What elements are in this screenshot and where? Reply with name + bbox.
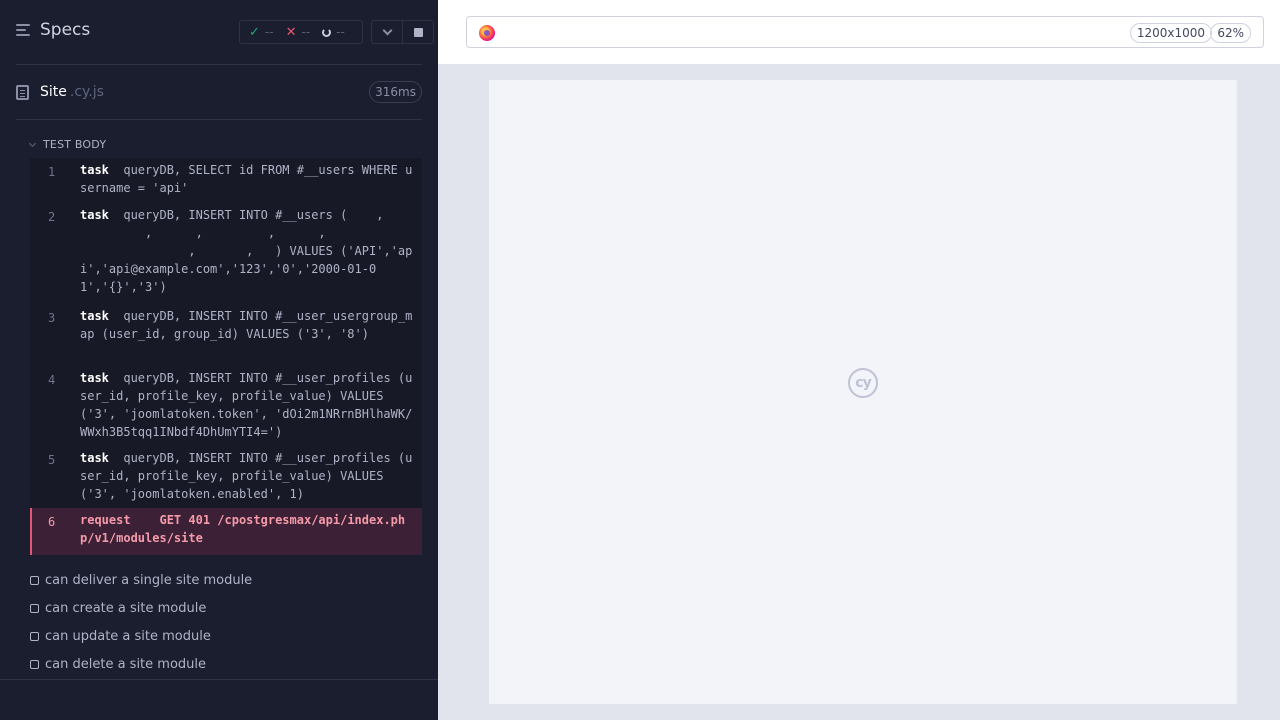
spinner-icon	[322, 27, 332, 37]
url-bar[interactable]: 1200x1000 62%	[466, 16, 1264, 48]
failed-count: --	[301, 25, 311, 39]
panel-gap	[438, 0, 450, 64]
test-item[interactable]: can create a site module	[30, 601, 206, 616]
command-name: task	[80, 208, 109, 222]
firefox-icon	[479, 25, 495, 41]
auto-scroll-button[interactable]	[372, 21, 402, 43]
footer-divider	[0, 679, 438, 680]
pending-stat: --	[322, 25, 345, 39]
command-number: 3	[48, 311, 56, 325]
divider	[16, 64, 422, 65]
command-message: queryDB, INSERT INTO #__user_profiles (u…	[80, 371, 413, 439]
command-number: 4	[48, 373, 56, 387]
preview-header: 1200x1000 62%	[450, 0, 1280, 64]
command-row[interactable]: 4 task queryDB, INSERT INTO #__user_prof…	[30, 366, 422, 442]
command-name: task	[80, 371, 109, 385]
failed-stat: ✕ --	[286, 25, 311, 40]
command-name: task	[80, 309, 109, 323]
test-item[interactable]: can update a site module	[30, 629, 211, 644]
command-row[interactable]: 3 task queryDB, INSERT INTO #__user_user…	[30, 304, 422, 362]
spec-duration: 316ms	[369, 81, 422, 103]
test-title: can delete a site module	[45, 657, 207, 672]
command-number: 1	[48, 165, 56, 179]
command-row[interactable]: 2 task queryDB, INSERT INTO #__users ( ,…	[30, 203, 422, 301]
command-body: task queryDB, INSERT INTO #__user_usergr…	[80, 307, 416, 343]
command-name: task	[80, 163, 109, 177]
specs-title: Specs	[40, 20, 91, 40]
passed-stat: ✓ --	[249, 25, 274, 40]
spec-file-row[interactable]: Site .cy.js 316ms	[16, 80, 422, 104]
command-message: queryDB, INSERT INTO #__user_profiles (u…	[80, 451, 413, 501]
divider	[16, 119, 422, 120]
reporter-panel: Specs ✓ -- ✕ -- -- Site .cy.js 316ms TES…	[0, 0, 438, 720]
passed-count: --	[264, 25, 274, 39]
document-icon	[16, 84, 29, 100]
command-message: queryDB, INSERT INTO #__users ( , , , , …	[80, 208, 413, 294]
resize-handle[interactable]	[438, 64, 450, 720]
chevron-down-icon	[382, 25, 393, 35]
command-message: queryDB, SELECT id FROM #__users WHERE u…	[80, 163, 413, 195]
command-body: task queryDB, INSERT INTO #__users ( , ,…	[80, 206, 416, 296]
command-log: 1 task queryDB, SELECT id FROM #__users …	[30, 158, 422, 555]
command-message: queryDB, INSERT INTO #__user_usergroup_m…	[80, 309, 413, 341]
checkbox-icon	[30, 632, 39, 641]
stop-icon	[413, 27, 423, 37]
test-item[interactable]: can delete a site module	[30, 657, 206, 672]
chevron-down-icon	[28, 139, 37, 147]
cypress-logo-icon: cy	[848, 368, 878, 398]
cross-icon: ✕	[285, 24, 297, 40]
checkbox-icon	[30, 660, 39, 669]
command-number: 5	[48, 453, 56, 467]
command-row[interactable]: 5 task queryDB, INSERT INTO #__user_prof…	[30, 446, 422, 504]
command-name: task	[80, 451, 109, 465]
reporter-header: Specs ✓ -- ✕ -- --	[0, 0, 438, 64]
pending-count: --	[336, 25, 345, 39]
command-body: request GET 401 /cpostgresmax/api/index.…	[80, 511, 416, 547]
test-title: can create a site module	[45, 601, 207, 616]
test-body-section[interactable]: TEST BODY	[28, 138, 107, 151]
failed-command-row[interactable]: 6 request GET 401 /cpostgresmax/api/inde…	[30, 508, 422, 555]
checkbox-icon	[30, 576, 39, 585]
command-body: task queryDB, INSERT INTO #__user_profil…	[80, 369, 416, 441]
command-body: task queryDB, SELECT id FROM #__users WH…	[80, 161, 416, 197]
run-controls	[371, 20, 434, 44]
check-icon: ✓	[249, 24, 260, 40]
test-title: can update a site module	[45, 629, 211, 644]
test-item[interactable]: can deliver a single site module	[30, 573, 252, 588]
stop-button[interactable]	[402, 21, 433, 43]
section-title: TEST BODY	[43, 138, 107, 151]
command-body: task queryDB, INSERT INTO #__user_profil…	[80, 449, 416, 503]
aut-viewport[interactable]: cy	[489, 80, 1237, 704]
checkbox-icon	[30, 604, 39, 613]
command-number: 2	[48, 210, 56, 224]
specs-toggle[interactable]: Specs	[16, 20, 90, 40]
command-row[interactable]: 1 task queryDB, SELECT id FROM #__users …	[30, 158, 422, 198]
viewport-size-badge[interactable]: 1200x1000	[1129, 23, 1212, 43]
command-number: 6	[48, 515, 56, 529]
app-preview: 1200x1000 62% cy	[450, 0, 1280, 720]
menu-icon	[16, 23, 32, 37]
spec-name: Site	[40, 84, 67, 100]
zoom-badge[interactable]: 62%	[1210, 23, 1251, 43]
test-title: can deliver a single site module	[45, 573, 253, 588]
test-stats: ✓ -- ✕ -- --	[239, 20, 363, 44]
spec-extension: .cy.js	[69, 84, 104, 100]
command-name: request	[80, 513, 131, 527]
